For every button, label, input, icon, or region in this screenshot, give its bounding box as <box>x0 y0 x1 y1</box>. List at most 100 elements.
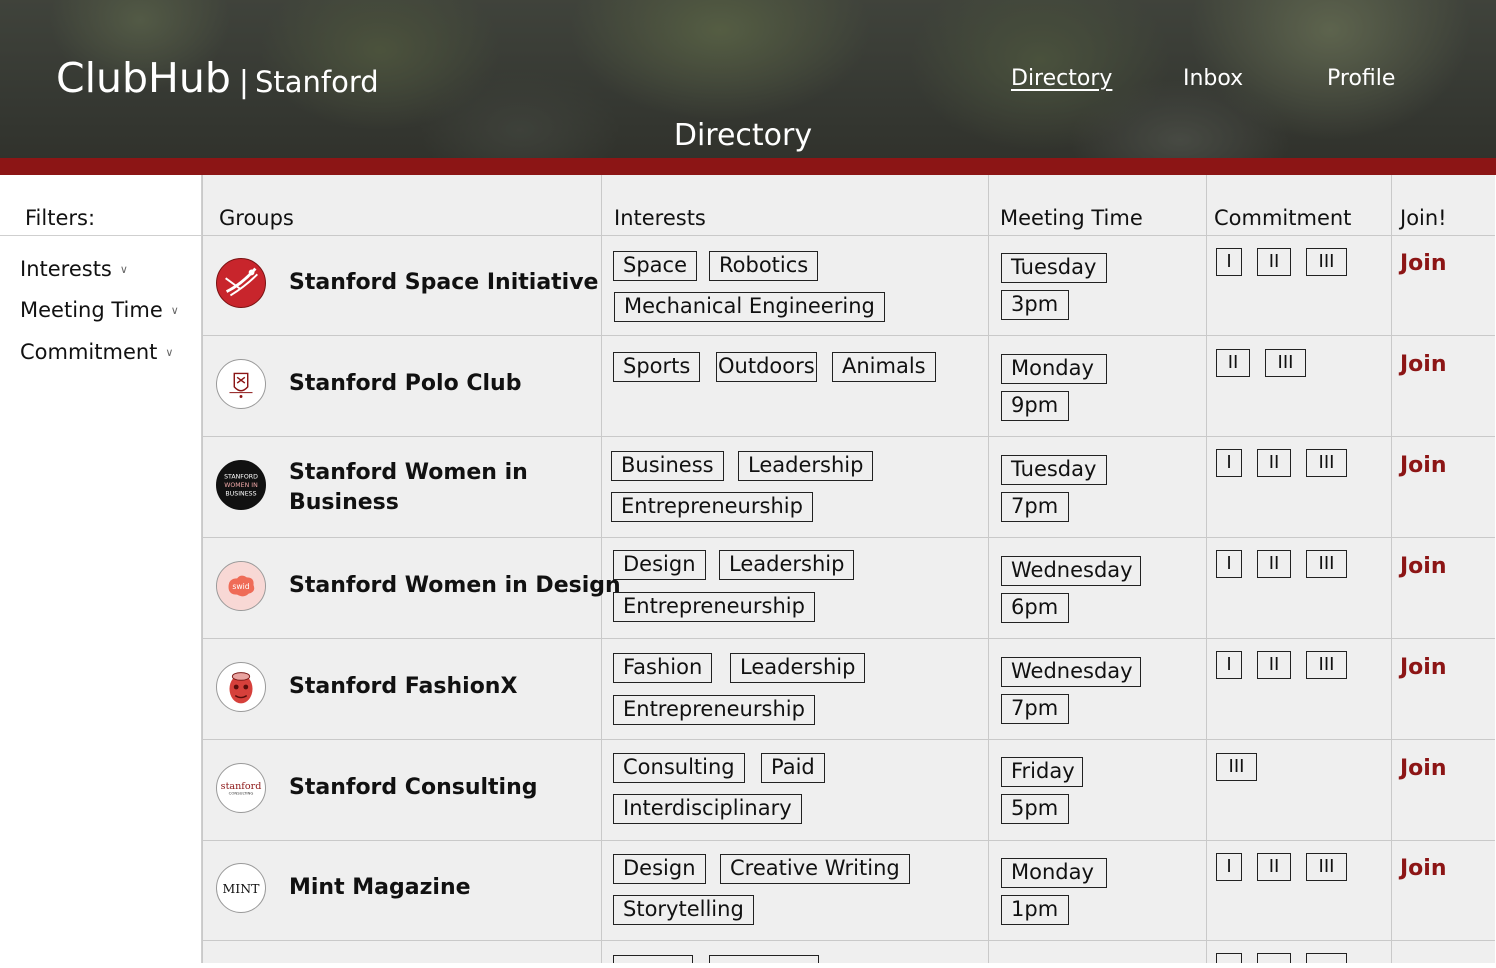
interest-tag[interactable]: Space <box>613 251 697 281</box>
interest-tag[interactable]: Interdisciplinary <box>613 794 802 824</box>
column-header-commitment: Commitment <box>1214 206 1352 230</box>
commitment-tag[interactable]: II <box>1216 349 1250 377</box>
meeting-day-tag[interactable]: Tuesday <box>1001 455 1107 485</box>
commitment-tag[interactable]: III <box>1306 651 1347 679</box>
interest-tag[interactable]: Consulting <box>613 753 745 783</box>
interest-tag[interactable]: Mechanical Engineering <box>614 292 885 322</box>
filter-label: Meeting Time <box>20 298 163 322</box>
mint-magazine-logo: MINT <box>216 863 266 913</box>
filter-meeting-time[interactable]: Meeting Time ∨ <box>20 298 179 322</box>
table-row: Stanford FashionX Fashion Leadership Ent… <box>202 639 1495 740</box>
interest-tag[interactable]: Outdoors <box>716 352 817 382</box>
group-name[interactable]: Stanford Polo Club <box>289 369 521 399</box>
interest-tag[interactable]: Leadership <box>738 451 874 481</box>
commitment-tag[interactable]: III <box>1216 753 1257 781</box>
interest-tag[interactable]: Entrepreneurship <box>611 492 813 522</box>
meeting-day-tag[interactable]: Tuesday <box>1001 253 1107 283</box>
chevron-down-icon: ∨ <box>165 345 174 359</box>
group-name[interactable]: Stanford FashionX <box>289 672 517 702</box>
table-row: MINT Mint Magazine Design Creative Writi… <box>202 840 1495 941</box>
commitment-tag[interactable]: III <box>1306 449 1347 477</box>
logo-text: WOMEN IN <box>224 482 258 489</box>
app-logo[interactable]: ClubHub | Stanford <box>56 54 379 102</box>
meeting-time-tag[interactable]: 7pm <box>1001 694 1069 724</box>
meeting-time-tag[interactable]: 3pm <box>1001 290 1069 320</box>
meeting-time-tag[interactable]: 1pm <box>1001 895 1069 925</box>
meeting-day-tag[interactable]: Monday <box>1001 858 1107 888</box>
join-button[interactable]: Join <box>1400 453 1447 478</box>
meeting-time-tag[interactable]: 9pm <box>1001 391 1069 421</box>
commitment-tag[interactable]: I <box>1216 550 1242 578</box>
interest-tag[interactable]: Sports <box>613 352 701 382</box>
meeting-day-tag[interactable]: Wednesday <box>1001 556 1141 586</box>
table-row: Stanford Polo Club Sports Outdoors Anima… <box>202 336 1495 437</box>
join-button[interactable]: Join <box>1400 756 1447 781</box>
meeting-time-tag[interactable]: 7pm <box>1001 492 1069 522</box>
commitment-tag[interactable]: II <box>1257 550 1291 578</box>
interest-tag[interactable]: Business <box>611 451 724 481</box>
directory-table: Groups Interests Meeting Time Commitment… <box>202 175 1495 968</box>
interest-tag[interactable]: Robotics <box>709 251 819 281</box>
commitment-tag[interactable]: II <box>1257 853 1291 881</box>
filters-sidebar: Filters: Interests ∨ Meeting Time ∨ Comm… <box>0 175 202 968</box>
commitment-tag[interactable]: I <box>1216 853 1242 881</box>
header-banner: ClubHub | Stanford Directory Inbox Profi… <box>0 0 1496 160</box>
commitment-tag[interactable]: II <box>1257 248 1291 276</box>
commitment-tag[interactable]: II <box>1257 651 1291 679</box>
filter-label: Interests <box>20 257 112 281</box>
logo-text: swid <box>232 582 249 591</box>
table-row: STANFORD WOMEN IN BUSINESS Stanford Wome… <box>202 437 1495 538</box>
commitment-tag[interactable]: I <box>1216 248 1242 276</box>
commitment-tag[interactable]: III <box>1306 248 1347 276</box>
logo-text: STANFORD <box>224 473 258 480</box>
space-initiative-logo <box>216 258 266 308</box>
consulting-logo: stanford CONSULTING <box>216 763 266 813</box>
group-name[interactable]: Mint Magazine <box>289 873 471 903</box>
table-row: stanford CONSULTING Stanford Consulting … <box>202 740 1495 841</box>
nav-profile[interactable]: Profile <box>1327 66 1395 91</box>
polo-club-logo <box>216 359 266 409</box>
join-button[interactable]: Join <box>1400 856 1447 881</box>
nav-inbox[interactable]: Inbox <box>1183 66 1243 91</box>
group-name[interactable]: Stanford Women in Business <box>289 458 539 518</box>
meeting-day-tag[interactable]: Friday <box>1001 757 1083 787</box>
interest-tag[interactable]: Entrepreneurship <box>613 695 815 725</box>
commitment-tag[interactable]: III <box>1306 853 1347 881</box>
commitment-tag[interactable]: III <box>1306 550 1347 578</box>
interest-tag[interactable]: Paid <box>761 753 825 783</box>
commitment-tag[interactable]: I <box>1216 651 1242 679</box>
filter-commitment[interactable]: Commitment ∨ <box>20 340 173 364</box>
interest-tag[interactable]: Creative Writing <box>720 854 910 884</box>
interest-tag[interactable]: Storytelling <box>613 895 754 925</box>
brand-school: Stanford <box>254 65 379 99</box>
group-name[interactable]: Stanford Women in Design <box>289 571 621 601</box>
filter-interests[interactable]: Interests ∨ <box>20 257 128 281</box>
brand-separator: | <box>238 65 249 100</box>
column-header-groups: Groups <box>219 206 294 230</box>
join-button[interactable]: Join <box>1400 352 1447 377</box>
chevron-down-icon: ∨ <box>119 262 128 276</box>
interest-tag[interactable]: Fashion <box>613 653 713 683</box>
table-row: Stanford Space Initiative Space Robotics… <box>202 235 1495 336</box>
column-header-interests: Interests <box>614 206 706 230</box>
interest-tag[interactable]: Entrepreneurship <box>613 592 815 622</box>
join-button[interactable]: Join <box>1400 251 1447 276</box>
interest-tag[interactable]: Leadership <box>719 550 855 580</box>
meeting-time-tag[interactable]: 6pm <box>1001 593 1069 623</box>
interest-tag[interactable]: Design <box>613 854 706 884</box>
interest-tag[interactable]: Design <box>613 550 706 580</box>
join-button[interactable]: Join <box>1400 554 1447 579</box>
interest-tag[interactable]: Leadership <box>730 653 866 683</box>
commitment-tag[interactable]: III <box>1265 349 1306 377</box>
commitment-tag[interactable]: II <box>1257 449 1291 477</box>
meeting-time-tag[interactable]: 5pm <box>1001 794 1069 824</box>
commitment-tag[interactable]: I <box>1216 449 1242 477</box>
nav-directory[interactable]: Directory <box>1011 66 1112 91</box>
interest-tag[interactable]: Animals <box>832 352 936 382</box>
divider <box>0 235 202 236</box>
group-name[interactable]: Stanford Space Initiative <box>289 268 598 298</box>
group-name[interactable]: Stanford Consulting <box>289 773 538 803</box>
join-button[interactable]: Join <box>1400 655 1447 680</box>
meeting-day-tag[interactable]: Wednesday <box>1001 657 1141 687</box>
meeting-day-tag[interactable]: Monday <box>1001 354 1107 384</box>
